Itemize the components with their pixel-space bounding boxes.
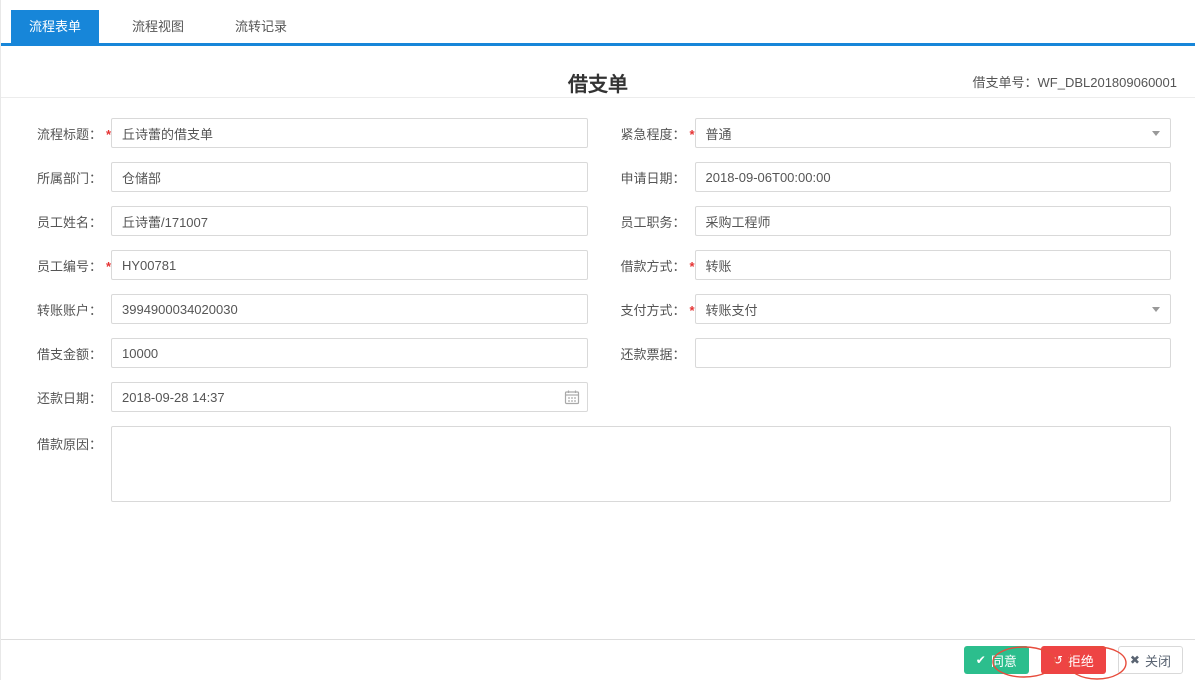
field-process-title: 流程标题： * xyxy=(31,118,588,148)
field-repayment-receipt: 还款票据： xyxy=(615,338,1171,368)
empty-cell xyxy=(615,382,1172,412)
close-icon: ✖ xyxy=(1129,653,1140,667)
required-asterisk: * xyxy=(689,126,695,142)
borrow-reason-label: 借款原因： xyxy=(36,437,102,452)
reject-button[interactable]: ↺ 拒绝 xyxy=(1040,646,1106,674)
doc-number-value: WF_DBL201809060001 xyxy=(1037,75,1178,90)
doc-number-label: 借支单号： xyxy=(972,75,1038,90)
department-input[interactable] xyxy=(111,162,588,192)
borrow-form: 流程标题：* 紧急程度：* 所属部门： 申请日期： 员工姓名： 员工职务： xyxy=(1,98,1195,505)
process-title-input[interactable] xyxy=(111,118,588,148)
tab-process-form[interactable]: 流程表单 xyxy=(11,10,100,43)
payment-method-select[interactable] xyxy=(694,294,1171,324)
required-asterisk: * xyxy=(689,258,695,274)
borrow-amount-input[interactable] xyxy=(111,338,588,368)
transfer-account-label: 转账账户： xyxy=(36,302,102,318)
field-borrow-amount: 借支金额： xyxy=(31,338,588,368)
employee-name-input[interactable] xyxy=(111,206,588,236)
employee-id-label: 员工编号： xyxy=(36,258,102,274)
tab-bar: 流程表单 流程视图 流转记录 xyxy=(1,0,1195,43)
field-department: 所属部门： xyxy=(31,162,588,192)
borrow-method-label: 借款方式： xyxy=(620,258,686,274)
field-urgency: 紧急程度： * xyxy=(615,118,1171,148)
required-asterisk: * xyxy=(105,258,111,274)
doc-number: 借支单号：WF_DBL201809060001 xyxy=(972,72,1177,91)
tab-flow-records[interactable]: 流转记录 xyxy=(217,10,305,43)
transfer-account-input[interactable] xyxy=(111,294,588,324)
borrow-reason-textarea[interactable] xyxy=(111,426,1171,502)
apply-date-input[interactable] xyxy=(694,162,1171,192)
close-button[interactable]: ✖ 关闭 xyxy=(1117,646,1183,674)
tab-process-view[interactable]: 流程视图 xyxy=(114,10,202,43)
employee-position-input[interactable] xyxy=(694,206,1171,236)
undo-icon: ↺ xyxy=(1052,653,1063,667)
field-payment-method: 支付方式： * xyxy=(615,294,1171,324)
required-asterisk: * xyxy=(105,126,111,142)
field-employee-position: 员工职务： xyxy=(615,206,1171,236)
urgency-label: 紧急程度： xyxy=(620,126,686,142)
field-repayment-date: 还款日期： xyxy=(31,382,588,412)
apply-date-label: 申请日期： xyxy=(620,170,686,186)
borrow-amount-label: 借支金额： xyxy=(36,346,102,362)
field-borrow-reason: 借款原因： xyxy=(31,426,1171,505)
field-apply-date: 申请日期： xyxy=(615,162,1171,192)
check-icon: ✔ xyxy=(975,653,986,667)
field-employee-name: 员工姓名： xyxy=(31,206,588,236)
approve-button-label: 同意 xyxy=(990,653,1017,669)
field-borrow-method: 借款方式： * xyxy=(615,250,1171,280)
employee-position-label: 员工职务： xyxy=(620,214,686,230)
repayment-receipt-label: 还款票据： xyxy=(620,346,686,362)
required-asterisk: * xyxy=(689,302,695,318)
repayment-date-input[interactable] xyxy=(111,382,588,412)
field-employee-id: 员工编号： * xyxy=(31,250,588,280)
workflow-approval-page: 流程表单 流程视图 流转记录 借支单 借支单号：WF_DBL2018090600… xyxy=(0,0,1195,680)
repayment-receipt-input[interactable] xyxy=(694,338,1171,368)
close-button-label: 关闭 xyxy=(1144,653,1171,669)
reject-button-label: 拒绝 xyxy=(1067,653,1094,669)
department-label: 所属部门： xyxy=(36,170,102,186)
field-transfer-account: 转账账户： xyxy=(31,294,588,324)
urgency-select[interactable] xyxy=(694,118,1171,148)
borrow-method-input[interactable] xyxy=(694,250,1171,280)
approve-button[interactable]: ✔ 同意 xyxy=(963,646,1029,674)
employee-id-input[interactable] xyxy=(111,250,588,280)
payment-method-label: 支付方式： xyxy=(620,302,686,318)
process-title-label: 流程标题： xyxy=(36,126,102,142)
form-header: 借支单 借支单号：WF_DBL201809060001 xyxy=(1,46,1195,98)
employee-name-label: 员工姓名： xyxy=(36,214,102,230)
action-bar: ✔ 同意 ↺ 拒绝 ✖ 关闭 xyxy=(1,639,1195,680)
repayment-date-label: 还款日期： xyxy=(36,390,102,406)
